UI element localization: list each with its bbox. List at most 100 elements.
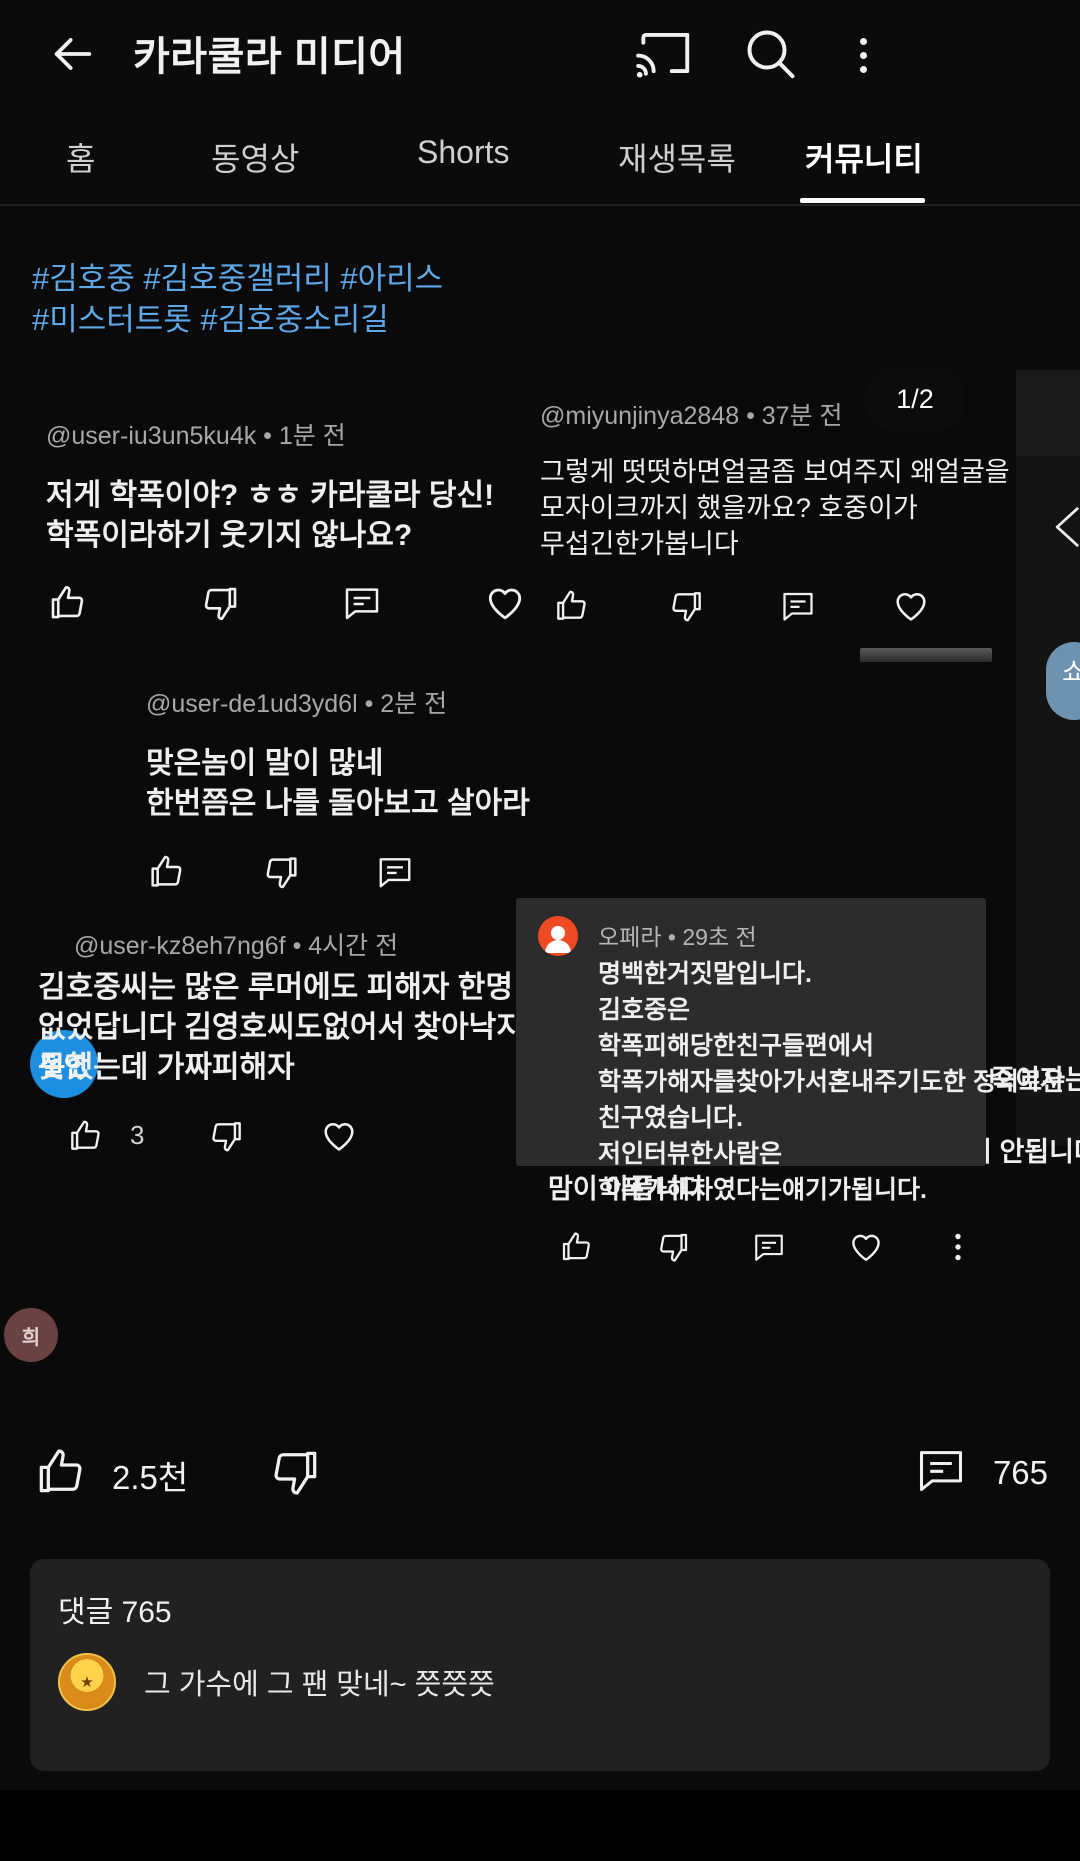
comment-2-heart-button[interactable] [892, 587, 930, 625]
comment-3-like-button[interactable] [146, 852, 186, 892]
reply-card-separator: • [667, 924, 676, 950]
top-comment-avatar[interactable]: ★ [58, 1653, 116, 1711]
app-screen: 카라쿨라 미디어 홈 동영상 Shorts 재생목록 커뮤니티 #김호중 #김호… [0, 0, 1080, 1861]
tab-playlists[interactable]: 재생목록 [618, 134, 736, 180]
thumbnail-strip [860, 648, 992, 662]
reply-card-line-3: 학폭피해당한친구들편에서 [598, 1032, 875, 1060]
comment-5-heart-button[interactable] [320, 1117, 358, 1155]
reply-card-line-2: 김호중은 [598, 996, 691, 1024]
tab-community[interactable]: 커뮤니티 [805, 134, 923, 180]
comment-5-like-count: 3 [130, 1120, 145, 1151]
comment-2-dislike-button[interactable] [668, 587, 706, 625]
comment-4-actions [558, 1229, 1080, 1265]
comment-3-meta: @user-de1ud3yd6l • 2분 전 [146, 684, 530, 720]
comment-2-like-button[interactable] [552, 587, 590, 625]
comment-5-line-3: 못했는데 가짜피해자 [38, 1051, 295, 1085]
reply-card-line-4: 학폭가해자를찾아가서혼내주기도한 정의로운 [598, 1068, 1065, 1096]
comment-1-separator: • [263, 422, 272, 450]
post-dislike-button[interactable] [268, 1444, 324, 1505]
comment-4-heart-button[interactable] [848, 1229, 884, 1265]
channel-title: 카라쿨라 미디어 [133, 35, 406, 79]
more-options-button[interactable] [845, 22, 881, 84]
comment-item-2: @miyunjinya2848 • 37분 전 그렇게 떳떳하면얼굴좀 보여주지… [540, 396, 1010, 625]
comment-1-like-button[interactable] [46, 582, 88, 624]
post-comment-button[interactable]: 765 [915, 1444, 1048, 1501]
post-like-button[interactable]: 2.5천 [32, 1444, 188, 1505]
comment-1-heart-button[interactable] [484, 582, 526, 624]
comment-2-actions [552, 587, 1010, 625]
comment-5-line-2: 없었답니다 김영호씨도없어서 찾아낙지 [38, 1011, 524, 1045]
comments-card-header: 댓글 765 [58, 1587, 172, 1631]
comment-4-dislike-button[interactable] [656, 1229, 692, 1265]
comment-5-time: 4시간 전 [308, 932, 399, 960]
comment-4-reply-button[interactable] [752, 1230, 786, 1264]
tab-home[interactable]: 홈 [66, 134, 95, 180]
comment-icon [915, 1444, 967, 1501]
comment-1-meta: @user-iu3un5ku4k • 1분 전 [46, 416, 526, 452]
comment-3-line-1: 맞은놈이 말이 많네 [146, 747, 384, 780]
comments-preview-card[interactable]: 댓글 765 ★ 그 가수에 그 팬 맞네~ 쯧쯧쯧 [30, 1559, 1050, 1771]
reply-card-line-7: 학폭가해자였다는얘기가됩니다. [598, 1176, 927, 1204]
thumbs-up-icon [32, 1444, 88, 1505]
comment-2-text: 그렇게 떳떳하면얼굴좀 보여주지 왜얼굴을 모자이크까지 했을까요? 호중이가 … [540, 454, 1010, 563]
reply-card-username[interactable]: 오페라 [598, 924, 661, 950]
comment-2-username[interactable]: @miyunjinya2848 [540, 402, 739, 430]
search-button[interactable] [740, 22, 800, 84]
thumbs-down-icon [268, 1451, 324, 1504]
comment-5-dislike-button[interactable] [208, 1117, 246, 1155]
comment-5-username[interactable]: @user-kz8eh7ng6f [74, 932, 286, 960]
comment-5-separator: • [292, 932, 302, 960]
comment-1-actions [46, 582, 526, 624]
arrow-left-icon [45, 26, 101, 82]
reply-card-line-1: 명백한거짓말입니다. [598, 960, 812, 988]
hashtag-block[interactable]: #김호중 #김호중갤러리 #아리스 #미스터트롯 #김호중소리길 [32, 258, 692, 340]
comment-3-username[interactable]: @user-de1ud3yd6l [146, 690, 358, 718]
top-comment-row[interactable]: ★ 그 가수에 그 팬 맞네~ 쯧쯧쯧 [58, 1653, 495, 1711]
comment-3-dislike-button[interactable] [262, 852, 302, 892]
comment-item-3: @user-de1ud3yd6l • 2분 전 맞은놈이 말이 많네 한번쯤은 … [146, 684, 530, 892]
tab-videos[interactable]: 동영상 [211, 134, 299, 180]
comment-1-line-1: 저게 학폭이야? ㅎㅎ 카라쿨라 당신! [46, 479, 495, 512]
comment-1-dislike-button[interactable] [200, 582, 242, 624]
comment-2-reply-button[interactable] [780, 588, 816, 624]
comment-5-actions: 3 [66, 1117, 524, 1155]
comment-3-line-2: 한번쯤은 나를 돌아보고 살아라 [146, 787, 530, 821]
comment-5-like-button[interactable] [66, 1117, 104, 1155]
reply-card-opera: 오페라 • 29초 전 명백한거짓말입니다. 김호중은 학폭피해당한친구들편에서… [516, 898, 1065, 1204]
comment-5-line-1: 김호중씨는 많은 루머에도 피해자 한명 [38, 971, 513, 1004]
cast-button[interactable] [632, 22, 696, 84]
comment-3-reply-button[interactable] [376, 853, 414, 891]
comment-5-avatar[interactable]: 희 [4, 1308, 58, 1362]
reply-card-avatar[interactable] [538, 916, 578, 956]
comment-1-time: 1분 전 [278, 422, 346, 450]
comment-5-meta: @user-kz8eh7ng6f • 4시간 전 [74, 926, 398, 962]
post-comment-count: 765 [992, 1453, 1048, 1491]
comment-3-separator: • [364, 690, 374, 718]
comments-card-count: 765 [121, 1596, 172, 1629]
top-app-bar: 카라쿨라 미디어 [0, 0, 1080, 110]
comment-1-username[interactable]: @user-iu3un5ku4k [46, 422, 256, 450]
comment-2-line-2: 모자이크까지 했을까요? 호중이가 [540, 493, 918, 524]
comment-1-reply-button[interactable] [342, 583, 382, 623]
comment-2-time: 37분 전 [761, 402, 843, 430]
hashtag-line-2[interactable]: #미스터트롯 #김호중소리길 [32, 299, 692, 340]
back-button[interactable] [45, 26, 101, 82]
comment-item-1: @user-iu3un5ku4k • 1분 전 저게 학폭이야? ㅎㅎ 카라쿨라… [46, 416, 526, 624]
post-like-count: 2.5천 [112, 1458, 189, 1496]
community-post-body: #김호중 #김호중갤러리 #아리스 #미스터트롯 #김호중소리길 쇼 1/2 @… [0, 206, 1080, 1611]
carousel-prev-arrow-icon[interactable] [1048, 500, 1080, 559]
top-comment-text: 그 가수에 그 팬 맞네~ 쯧쯧쯧 [144, 1669, 495, 1701]
reply-card-text: 명백한거짓말입니다. 김호중은 학폭피해당한친구들편에서 학폭가해자를찾아가서혼… [598, 956, 1065, 1208]
post-action-bar: 2.5천 765 [0, 1430, 1080, 1530]
search-icon [740, 30, 800, 88]
tab-shorts[interactable]: Shorts [417, 134, 509, 171]
reply-card-meta: 오페라 • 29초 전 [598, 918, 757, 952]
comment-4-more-button[interactable] [952, 1229, 964, 1265]
edge-pill-badge: 쇼 [1046, 642, 1080, 720]
reply-card-line-6: 저인터뷰한사람은 [598, 1140, 783, 1168]
comment-item-5-body: 김호중씨는 많은 루머에도 피해자 한명 없었답니다 김영호씨도없어서 찾아낙지… [38, 968, 524, 1155]
hashtag-line-1[interactable]: #김호중 #김호중갤러리 #아리스 [32, 258, 692, 299]
bottom-spacer [0, 1790, 1080, 1861]
comment-4-like-button[interactable] [558, 1229, 594, 1265]
comment-5-text: 김호중씨는 많은 루머에도 피해자 한명 없었답니다 김영호씨도없어서 찾아낙지… [38, 968, 524, 1089]
